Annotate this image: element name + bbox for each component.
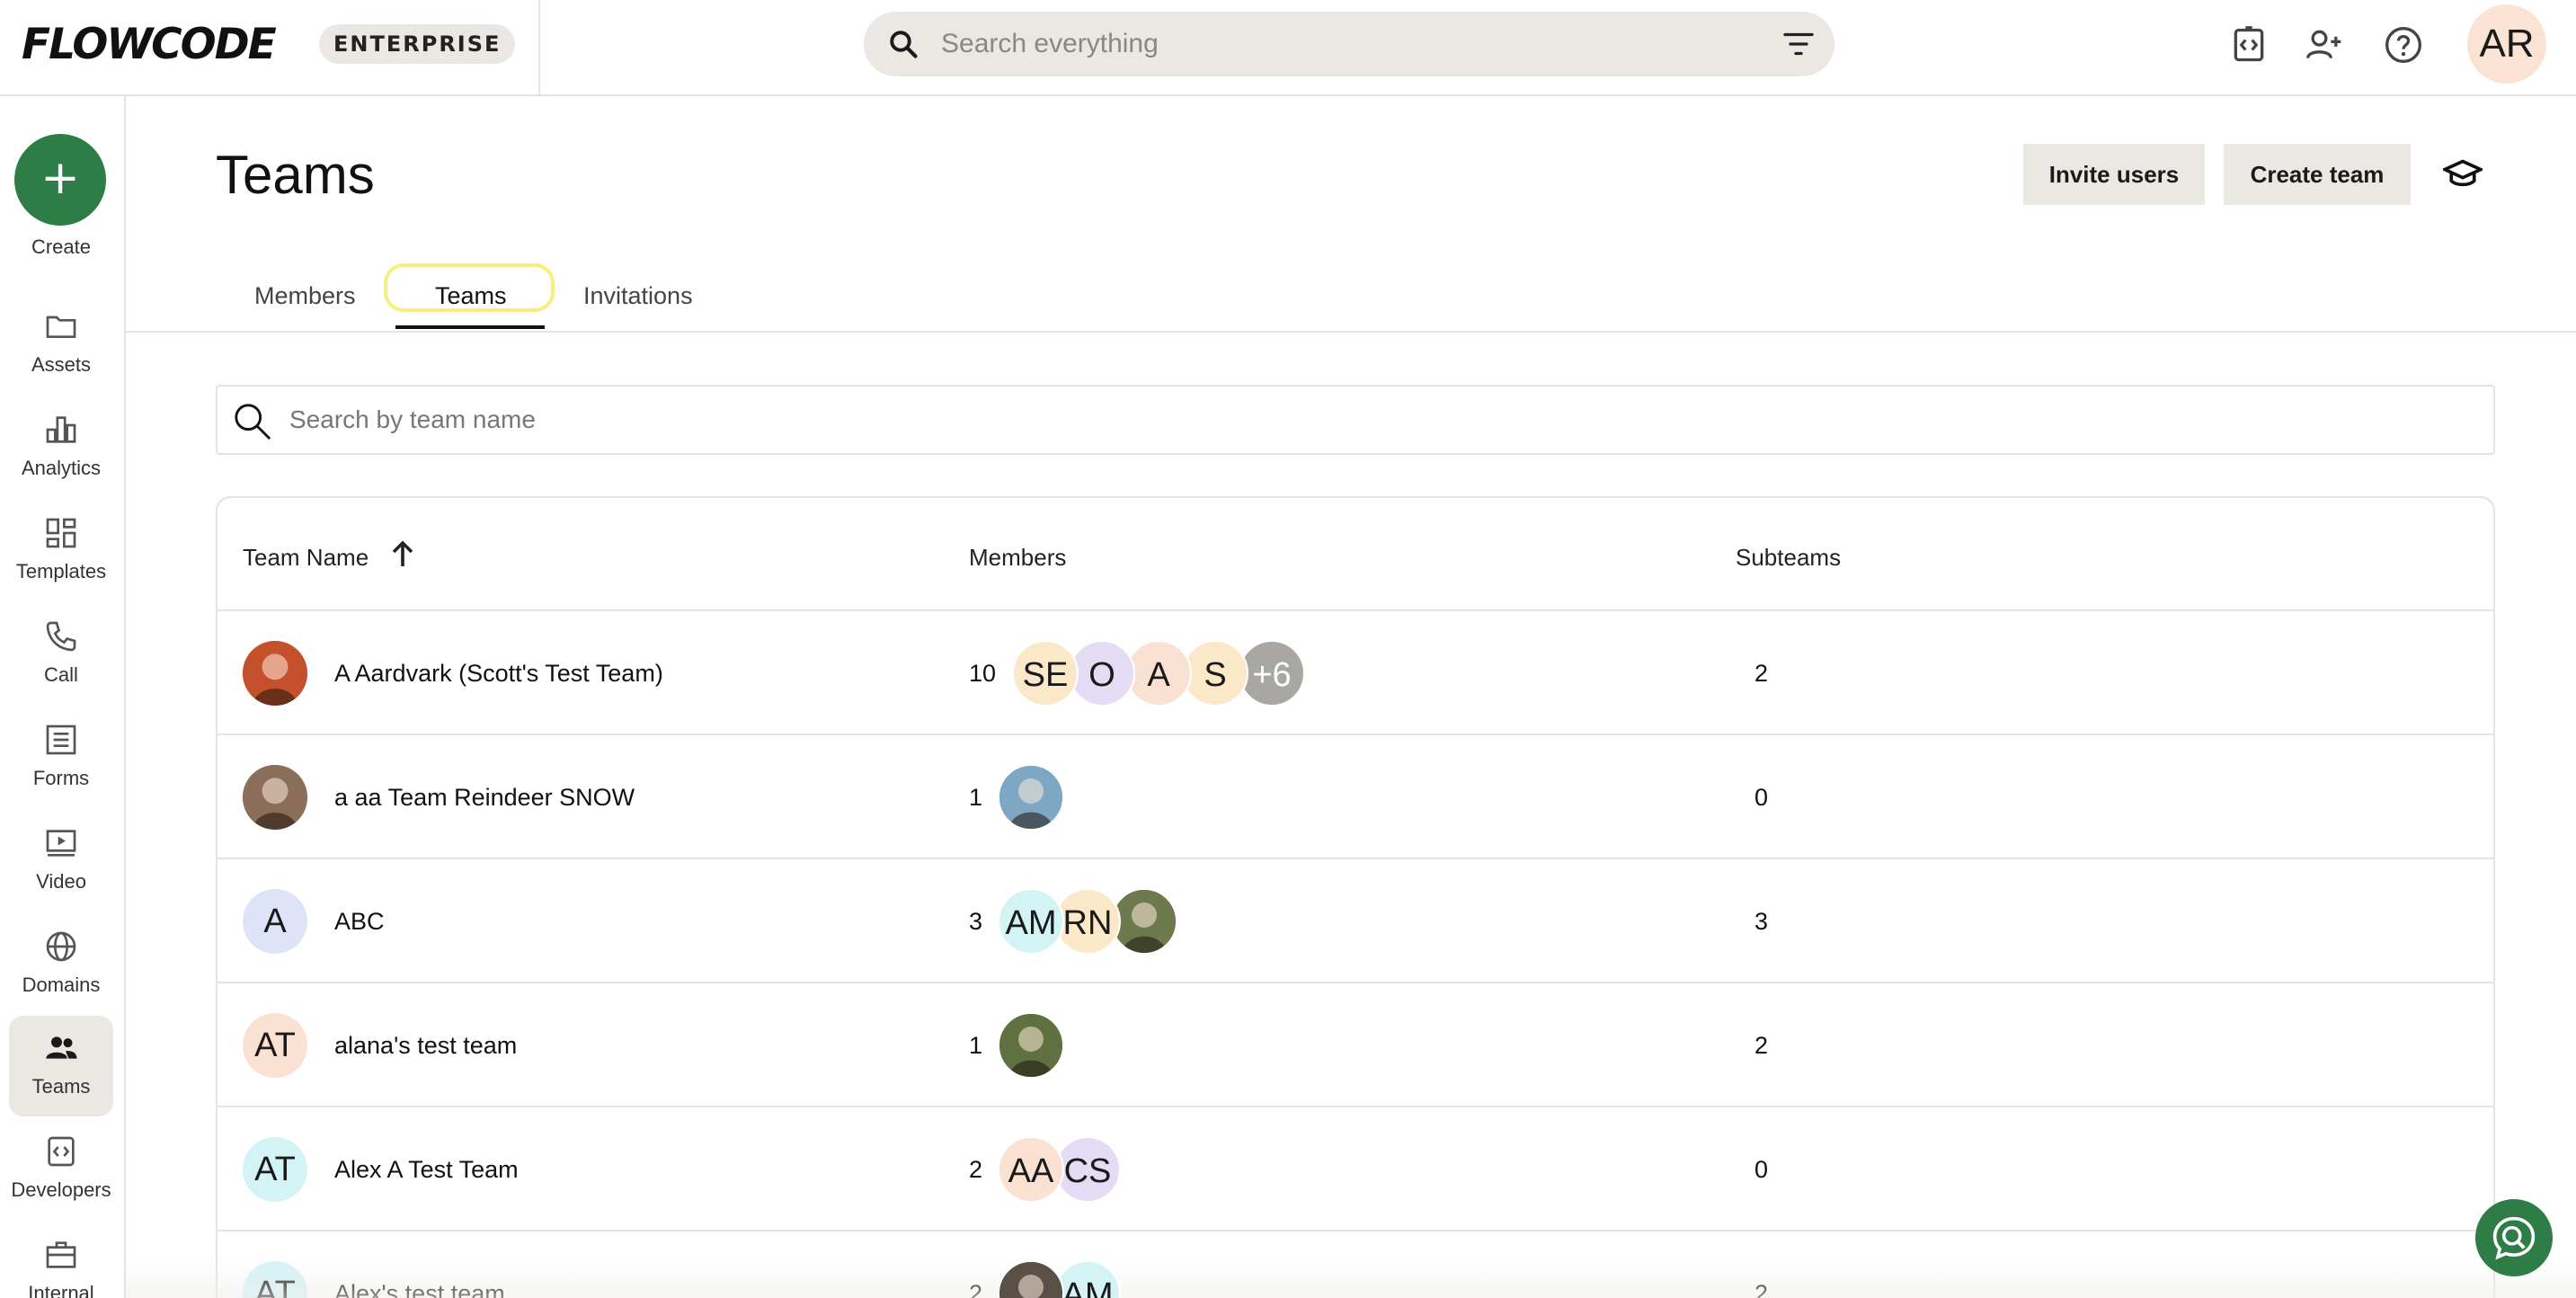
team-avatar (243, 641, 307, 706)
global-search-input[interactable] (941, 12, 1732, 76)
people-icon (46, 1036, 77, 1059)
tab-members[interactable]: Members (254, 277, 356, 315)
filter-icon[interactable] (1782, 30, 1815, 58)
member-avatar[interactable] (998, 764, 1064, 831)
column-header-members: Members (969, 544, 1067, 571)
create-team-button[interactable]: Create team (2224, 144, 2411, 205)
team-avatar: AT (243, 1013, 307, 1078)
member-count: 1 (969, 1032, 983, 1059)
help-icon[interactable] (2384, 25, 2423, 65)
invite-users-button[interactable]: Invite users (2023, 144, 2205, 205)
search-icon (235, 404, 271, 440)
global-search-bar[interactable] (864, 12, 1834, 76)
subteam-count: 0 (1754, 1156, 1769, 1183)
table-row[interactable]: A ABC 3 AM RN 3 (218, 859, 2493, 983)
sidebar-item-analytics[interactable]: Analytics (9, 397, 113, 498)
sort-ascending-icon[interactable] (390, 539, 415, 568)
team-search-bar[interactable] (216, 385, 2495, 455)
team-avatar: AT (243, 1137, 307, 1202)
sidebar-item-forms[interactable]: Forms (9, 707, 113, 808)
team-search-input[interactable] (289, 387, 2447, 453)
add-user-icon[interactable] (2305, 25, 2344, 65)
member-avatar[interactable]: +6 (1239, 640, 1305, 707)
sidebar-item-teams[interactable]: Teams (9, 1016, 113, 1116)
member-avatar[interactable]: O (1069, 640, 1135, 707)
member-count: 10 (969, 660, 997, 687)
phone-icon (46, 621, 76, 652)
create-button[interactable]: + (14, 134, 106, 226)
member-avatar[interactable]: AM (1054, 1260, 1121, 1298)
subteam-count: 0 (1754, 784, 1769, 811)
sidebar-item-templates[interactable]: Templates (9, 501, 113, 601)
bar-chart-icon (46, 416, 76, 443)
sidebar-item-assets[interactable]: Assets (9, 294, 113, 395)
member-avatar[interactable] (998, 1260, 1064, 1298)
tab-bar: Members Teams Invitations (126, 261, 2576, 333)
enterprise-badge: ENTERPRISE (319, 24, 516, 64)
team-avatar (243, 765, 307, 830)
team-name[interactable]: Alex A Test Team (334, 1152, 519, 1187)
subteam-count: 2 (1754, 1280, 1769, 1298)
tab-teams[interactable]: Teams (435, 277, 507, 315)
chat-search-icon (2492, 1216, 2536, 1260)
folder-icon (46, 316, 76, 338)
subteam-count: 2 (1754, 660, 1769, 687)
team-name[interactable]: Alex's test team (334, 1276, 505, 1298)
team-avatar: AT (243, 1261, 307, 1298)
team-name[interactable]: ABC (334, 904, 385, 938)
active-tab-indicator (395, 325, 545, 329)
member-count: 2 (969, 1156, 983, 1183)
member-avatar[interactable] (1111, 888, 1177, 955)
table-row[interactable]: A Aardvark (Scott's Test Team) 10 SE O A S +6 2 (218, 611, 2493, 735)
qr-code-icon[interactable] (2229, 25, 2269, 65)
sidebar-item-video[interactable]: Video (9, 811, 113, 911)
sidebar-item-developers[interactable]: Developers (9, 1119, 113, 1220)
support-chat-button[interactable] (2475, 1199, 2553, 1276)
sidebar-item-call[interactable]: Call (9, 604, 113, 705)
form-icon (46, 725, 76, 755)
user-avatar[interactable]: AR (2467, 4, 2546, 84)
team-name[interactable]: a aa Team Reindeer SNOW (334, 780, 635, 814)
team-avatar: A (243, 889, 307, 954)
sidebar-item-domains[interactable]: Domains (9, 914, 113, 1015)
team-name[interactable]: alana's test team (334, 1028, 517, 1062)
code-icon (48, 1136, 75, 1167)
sidebar-nav: + Create Assets Analytics Templates Call… (0, 96, 126, 1298)
tab-invitations[interactable]: Invitations (583, 277, 693, 315)
member-avatar[interactable] (998, 1012, 1064, 1079)
topbar-divider (538, 0, 540, 96)
subteam-count: 2 (1754, 1032, 1769, 1059)
member-avatar[interactable]: S (1182, 640, 1248, 707)
member-avatar[interactable]: AM (998, 888, 1064, 955)
search-icon (890, 31, 918, 58)
member-avatar[interactable]: CS (1054, 1136, 1121, 1203)
table-row[interactable]: AT Alex A Test Team 2 AA CS 0 (218, 1107, 2493, 1231)
team-name[interactable]: A Aardvark (Scott's Test Team) (334, 656, 663, 690)
column-header-subteams: Subteams (1736, 544, 1842, 571)
member-count: 1 (969, 784, 983, 811)
table-row[interactable]: AT Alex's test team 2 AM 2 (218, 1231, 2493, 1298)
video-icon (46, 830, 76, 857)
grid-icon (46, 518, 76, 548)
table-row[interactable]: a aa Team Reindeer SNOW 1 0 (218, 735, 2493, 859)
teams-table: Team Name Members Subteams A Aardvark (S… (216, 496, 2495, 1298)
member-avatar[interactable]: A (1125, 640, 1192, 707)
member-count: 3 (969, 908, 983, 935)
member-avatar[interactable]: SE (1012, 640, 1079, 707)
globe-icon (46, 931, 76, 962)
flowcode-logo[interactable]: FLOWCODE (22, 20, 277, 70)
member-avatar[interactable]: AA (998, 1136, 1064, 1203)
table-row[interactable]: AT alana's test team 1 2 (218, 983, 2493, 1107)
create-label: Create (31, 236, 92, 258)
graduation-cap-icon[interactable] (2443, 156, 2483, 192)
subteam-count: 3 (1754, 908, 1769, 935)
page-title: Teams (216, 145, 375, 205)
sidebar-item-internal[interactable]: Internal (9, 1222, 113, 1298)
member-avatar[interactable]: RN (1054, 888, 1121, 955)
table-header: Team Name Members Subteams (218, 498, 2493, 611)
briefcase-icon (46, 1241, 76, 1268)
member-count: 2 (969, 1280, 983, 1298)
column-header-team-name[interactable]: Team Name (243, 541, 369, 573)
top-bar: FLOWCODE ENTERPRISE AR (0, 0, 2576, 96)
